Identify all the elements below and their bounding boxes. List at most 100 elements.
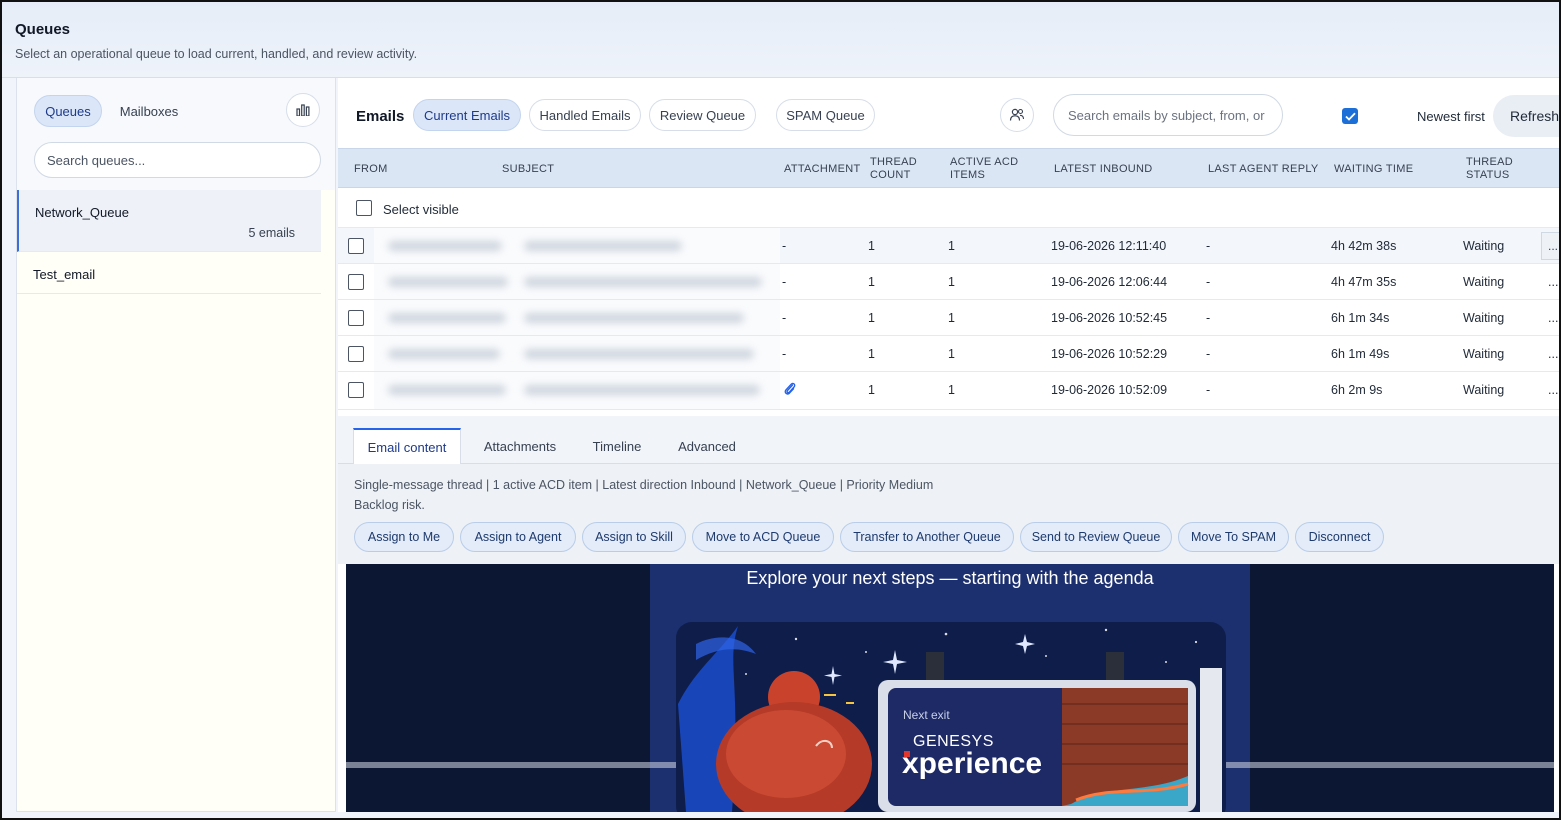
product-name: xperience <box>902 747 1043 780</box>
queue-email-count: 5 emails <box>248 226 295 240</box>
move-to-acd-queue-button[interactable]: Move to ACD Queue <box>692 522 834 552</box>
refresh-button[interactable]: Refresh <box>1493 95 1559 137</box>
last-agent-reply: - <box>1206 311 1211 325</box>
paperclip-icon[interactable] <box>783 381 797 397</box>
move-to-spam-button[interactable]: Move To SPAM <box>1178 522 1289 552</box>
attachment-value: - <box>782 239 787 253</box>
waiting-time: 6h 1m 34s <box>1331 311 1390 325</box>
tab-advanced[interactable]: Advanced <box>668 428 746 464</box>
tab-review-queue[interactable]: Review Queue <box>649 99 756 131</box>
row-checkbox[interactable] <box>348 346 364 362</box>
col-thread-count: THREAD COUNT <box>870 156 918 181</box>
transfer-queue-button[interactable]: Transfer to Another Queue <box>840 522 1014 552</box>
select-visible-checkbox[interactable] <box>356 200 372 216</box>
table-row[interactable]: - 1 1 19-06-2026 10:52:45 - 6h 1m 34s Waiting.… <box>338 300 1559 336</box>
thread-count: 1 <box>868 347 875 361</box>
tab-queues[interactable]: Queues <box>34 95 102 127</box>
assign-to-agent-button[interactable]: Assign to Agent <box>460 522 576 552</box>
newest-first-checkbox[interactable] <box>1342 108 1358 124</box>
user-group-icon <box>1009 108 1025 121</box>
table-row[interactable]: - 1 1 19-06-2026 10:52:29 - 6h 1m 49s Waiting.… <box>338 336 1559 372</box>
queue-stats-button[interactable] <box>286 93 320 127</box>
active-acd-items: 1 <box>948 347 955 361</box>
row-checkbox[interactable] <box>348 310 364 326</box>
thread-meta: Single-message thread | 1 active ACD ite… <box>354 478 934 492</box>
attachment-value: - <box>782 275 787 289</box>
tab-timeline[interactable]: Timeline <box>583 428 651 464</box>
table-row[interactable]: - 1 1 19-06-2026 12:06:44 - 4h 47m 35s Waiting… <box>338 264 1559 300</box>
tab-attachments[interactable]: Attachments <box>474 428 566 464</box>
tab-mailboxes[interactable]: Mailboxes <box>107 95 191 127</box>
email-headline: Explore your next steps — starting with … <box>746 568 1154 588</box>
col-thread-status: THREAD STATUS <box>1466 156 1514 181</box>
assign-to-me-button[interactable]: Assign to Me <box>354 522 454 552</box>
bar-chart-icon <box>296 104 310 116</box>
email-table-header: FROM SUBJECT ATTACHMENT THREAD COUNT ACT… <box>338 148 1559 188</box>
last-agent-reply: - <box>1206 239 1211 253</box>
col-last-agent-reply: LAST AGENT REPLY <box>1208 163 1319 175</box>
row-checkbox[interactable] <box>348 274 364 290</box>
select-visible-label: Select visible <box>383 202 459 217</box>
emails-title: Emails <box>356 108 405 125</box>
row-more-button[interactable]: ... <box>1541 232 1559 260</box>
waiting-time: 6h 2m 9s <box>1331 383 1383 397</box>
row-more-button[interactable]: ... <box>1548 311 1558 325</box>
queue-item-network-queue[interactable]: Network_Queue 5 emails <box>17 190 321 252</box>
latest-inbound: 19-06-2026 12:06:44 <box>1051 275 1168 289</box>
col-subject: SUBJECT <box>502 163 555 175</box>
tab-spam-queue[interactable]: SPAM Queue <box>776 99 875 131</box>
attachment-value: - <box>782 311 787 325</box>
email-search-input[interactable] <box>1053 94 1283 136</box>
active-acd-items: 1 <box>948 239 955 253</box>
queue-item-test-email[interactable]: Test_email <box>17 252 321 294</box>
active-acd-items: 1 <box>948 311 955 325</box>
redacted-sender-subject <box>374 264 780 299</box>
active-acd-items: 1 <box>948 383 955 397</box>
waiting-time: 4h 47m 35s <box>1331 275 1397 289</box>
thread-count: 1 <box>868 383 875 397</box>
thread-status: Waiting <box>1463 383 1505 397</box>
thread-count: 1 <box>868 311 875 325</box>
queue-name: Network_Queue <box>35 205 129 220</box>
tab-handled-emails[interactable]: Handled Emails <box>529 99 641 131</box>
latest-inbound: 19-06-2026 12:11:40 <box>1051 239 1167 253</box>
thread-status: Waiting <box>1463 275 1505 289</box>
thread-status: Waiting <box>1463 311 1505 325</box>
assign-to-skill-button[interactable]: Assign to Skill <box>582 522 686 552</box>
thread-status: Waiting <box>1463 347 1505 361</box>
queue-sidebar: Queues Mailboxes Network_Queue 5 emails … <box>16 78 336 812</box>
send-to-review-button[interactable]: Send to Review Queue <box>1020 522 1172 552</box>
detail-tabs: Email content Attachments Timeline Advan… <box>338 416 1559 464</box>
col-from: FROM <box>354 163 388 175</box>
attachment-value: - <box>782 347 787 361</box>
page-subtitle: Select an operational queue to load curr… <box>15 47 418 61</box>
tab-email-content[interactable]: Email content <box>353 428 461 464</box>
thread-count: 1 <box>868 275 875 289</box>
risk-note: Backlog risk. <box>354 498 425 512</box>
emails-toolbar: Emails Current Emails Handled Emails Rev… <box>338 78 1559 148</box>
tab-current-emails[interactable]: Current Emails <box>413 99 521 131</box>
app-window: Queues Select an operational queue to lo… <box>0 0 1561 820</box>
row-more-button[interactable]: ... <box>1548 383 1558 397</box>
redacted-sender-subject <box>374 372 780 409</box>
newest-first-label: Newest first <box>1417 109 1485 124</box>
row-checkbox[interactable] <box>348 382 364 398</box>
thread-count: 1 <box>868 239 875 253</box>
table-row[interactable]: 1 1 19-06-2026 10:52:09 - 6h 2m 9s Waiting... <box>338 372 1559 410</box>
disconnect-button[interactable]: Disconnect <box>1295 522 1384 552</box>
page-header: Queues Select an operational queue to lo… <box>2 2 1559 78</box>
latest-inbound: 19-06-2026 10:52:45 <box>1051 311 1168 325</box>
last-agent-reply: - <box>1206 275 1211 289</box>
row-more-button[interactable]: ... <box>1548 347 1558 361</box>
queue-search-input[interactable] <box>34 142 321 178</box>
row-more-button[interactable]: ... <box>1548 275 1558 289</box>
select-visible-row: Select visible <box>338 188 1559 228</box>
emails-panel: Emails Current Emails Handled Emails Rev… <box>338 78 1559 812</box>
table-row[interactable]: - 1 1 19-06-2026 12:11:40 - 4h 42m 38s Waiting… <box>338 228 1559 264</box>
email-detail-panel: Single-message thread | 1 active ACD ite… <box>338 464 1559 564</box>
row-checkbox[interactable] <box>348 238 364 254</box>
redacted-sender-subject <box>374 228 780 263</box>
sidebar-controls: Queues Mailboxes <box>17 78 335 190</box>
latest-inbound: 19-06-2026 10:52:09 <box>1051 383 1168 397</box>
assign-users-button[interactable] <box>1000 98 1034 132</box>
